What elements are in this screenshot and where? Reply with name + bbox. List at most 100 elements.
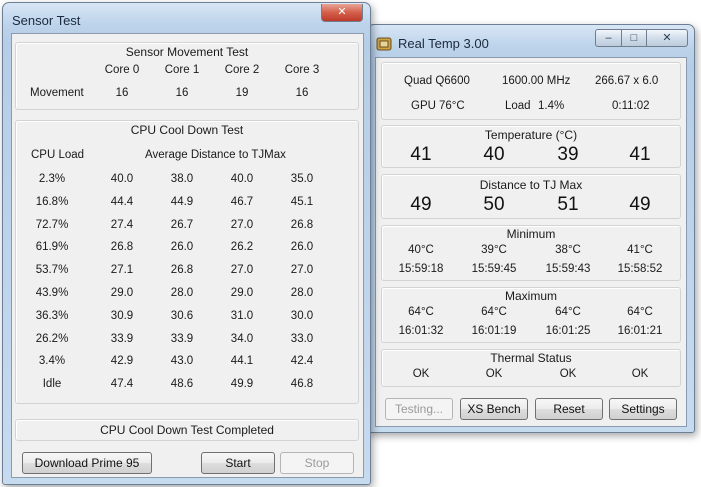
maximum-temp-1: 64°C xyxy=(481,306,507,318)
cooldown-value-r8-c1: 43.0 xyxy=(170,355,194,368)
minimum-time-1: 15:59:45 xyxy=(471,263,517,275)
cooldown-value-r7-c2: 34.0 xyxy=(230,332,254,345)
maximum-time-0: 16:01:32 xyxy=(398,325,444,337)
cpu-load-header: CPU Load xyxy=(31,149,85,161)
cooldown-value-r7-c1: 33.9 xyxy=(170,332,194,345)
load-value: 1.4% xyxy=(538,100,565,112)
maximum-temp-0: 64°C xyxy=(408,306,434,318)
maximum-temp-2: 64°C xyxy=(555,306,581,318)
cooldown-value-r3-c0: 26.8 xyxy=(110,241,134,254)
minimize-icon[interactable]: – xyxy=(595,29,622,47)
real-temp-title: Real Temp 3.00 xyxy=(398,36,489,51)
core-1-header: Core 1 xyxy=(164,64,200,76)
load-label: Load xyxy=(505,100,531,112)
cooldown-value-r0-c3: 35.0 xyxy=(290,173,314,185)
cooldown-value-r2-c0: 27.4 xyxy=(110,218,134,231)
minimum-group: Minimum 40°C 39°C 38°C 41°C 15:59:18 15:… xyxy=(381,225,681,281)
distance-core-1: 50 xyxy=(483,194,505,215)
cooldown-value-r4-c2: 27.0 xyxy=(230,264,254,277)
maximum-temp-3: 64°C xyxy=(627,306,653,318)
thermal-status-2: OK xyxy=(559,368,577,380)
close-icon[interactable]: ✕ xyxy=(321,4,363,22)
gpu-label: GPU xyxy=(411,100,436,112)
sensor-test-titlebar[interactable]: Sensor Test ✕ xyxy=(3,3,370,33)
cooldown-value-r5-c0: 29.0 xyxy=(110,287,134,299)
sensor-test-client: Sensor Movement Test Core 0 Core 1 Core … xyxy=(11,33,364,478)
maximum-group: Maximum 64°C 64°C 64°C 64°C 16:01:32 16:… xyxy=(381,287,681,343)
gpu-temp: 76°C xyxy=(439,100,465,112)
cpu-clock: 1600.00 MHz xyxy=(502,75,571,87)
maximum-time-3: 16:01:21 xyxy=(617,325,663,337)
minimum-time-2: 15:59:43 xyxy=(545,263,591,275)
thermal-status-0: OK xyxy=(412,368,430,380)
cooldown-value-r7-c0: 33.9 xyxy=(110,332,134,345)
temperature-core-0: 41 xyxy=(410,144,432,165)
minimum-temp-2: 38°C xyxy=(555,244,581,256)
cooldown-test-group: CPU Cool Down Test CPU Load Average Dist… xyxy=(15,120,359,404)
cooldown-value-r8-c3: 42.4 xyxy=(290,355,314,368)
sensor-test-window: Sensor Test ✕ Sensor Movement Test Core … xyxy=(2,2,371,485)
cooldown-value-r6-c0: 30.9 xyxy=(110,309,134,322)
cooldown-value-r3-c1: 26.0 xyxy=(170,241,194,254)
movement-core-0: 16 xyxy=(115,87,129,99)
real-temp-titlebar[interactable]: Real Temp 3.00 – □ ✕ xyxy=(368,25,694,55)
distance-core-0: 49 xyxy=(410,194,432,215)
movement-core-2: 19 xyxy=(235,87,249,99)
cooldown-value-r5-c3: 28.0 xyxy=(290,287,314,299)
cooldown-value-r4-c3: 27.0 xyxy=(290,264,314,277)
core-0-header: Core 0 xyxy=(104,64,140,76)
cooldown-value-r0-c1: 38.0 xyxy=(170,173,194,185)
temperature-core-3: 41 xyxy=(629,144,651,165)
cooldown-value-r7-c3: 33.0 xyxy=(290,332,314,345)
close-icon[interactable]: ✕ xyxy=(646,29,688,47)
cooldown-value-r5-c2: 29.0 xyxy=(230,287,254,299)
cooldown-load-4: 53.7% xyxy=(35,264,69,277)
maximum-title: Maximum xyxy=(504,289,557,303)
cooldown-value-r0-c0: 40.0 xyxy=(110,173,134,185)
maximize-icon[interactable]: □ xyxy=(621,29,647,47)
thermal-status-1: OK xyxy=(485,368,503,380)
sensor-test-title: Sensor Test xyxy=(12,13,81,28)
cooldown-load-6: 36.3% xyxy=(35,309,69,322)
cooldown-value-r6-c1: 30.6 xyxy=(170,309,194,322)
cpu-name: Quad Q6600 xyxy=(404,75,470,87)
cooldown-value-r9-c2: 49.9 xyxy=(230,378,254,391)
reset-button[interactable]: Reset xyxy=(535,398,603,420)
uptime: 0:11:02 xyxy=(612,100,650,112)
cooldown-value-r4-c1: 26.8 xyxy=(170,264,194,277)
xs-bench-button[interactable]: XS Bench xyxy=(460,398,528,420)
real-temp-app-icon xyxy=(376,37,392,51)
distance-core-2: 51 xyxy=(557,194,579,215)
start-button[interactable]: Start xyxy=(201,452,275,474)
cooldown-load-8: 3.4% xyxy=(38,355,66,368)
cooldown-value-r2-c3: 26.8 xyxy=(290,218,314,231)
stop-button[interactable]: Stop xyxy=(280,452,354,474)
minimum-temp-0: 40°C xyxy=(408,244,434,256)
core-3-header: Core 3 xyxy=(284,64,320,76)
movement-core-1: 16 xyxy=(175,87,189,99)
cooldown-load-5: 43.9% xyxy=(35,287,69,299)
info-group: Quad Q6600 1600.00 MHz 266.67 x 6.0 GPU … xyxy=(381,62,681,120)
cooldown-value-r1-c3: 45.1 xyxy=(290,195,314,208)
cooldown-test-title: CPU Cool Down Test xyxy=(130,123,244,137)
settings-button[interactable]: Settings xyxy=(609,398,677,420)
cooldown-value-r6-c3: 30.0 xyxy=(290,309,314,322)
testing-button[interactable]: Testing... xyxy=(385,398,453,420)
distance-header: Average Distance to TJMax xyxy=(145,149,286,161)
minimum-time-3: 15:58:52 xyxy=(617,263,663,275)
thermal-status-3: OK xyxy=(631,368,649,380)
cooldown-value-r9-c1: 48.6 xyxy=(170,378,194,391)
cooldown-load-3: 61.9% xyxy=(35,241,69,254)
real-temp-window: Real Temp 3.00 – □ ✕ Quad Q6600 1600.00 … xyxy=(367,24,695,433)
cooldown-value-r0-c2: 40.0 xyxy=(230,173,254,185)
cooldown-value-r9-c3: 46.8 xyxy=(290,378,314,391)
core-2-header: Core 2 xyxy=(224,64,260,76)
download-prime-button[interactable]: Download Prime 95 xyxy=(22,452,152,474)
temperature-core-2: 39 xyxy=(557,144,579,165)
minimum-time-0: 15:59:18 xyxy=(398,263,444,275)
movement-label: Movement xyxy=(30,87,84,99)
cooldown-value-r8-c0: 42.9 xyxy=(110,355,134,368)
temperature-title: Temperature (°C) xyxy=(484,128,578,142)
cpu-multiplier: 266.67 x 6.0 xyxy=(595,75,659,87)
minimum-title: Minimum xyxy=(506,227,556,241)
